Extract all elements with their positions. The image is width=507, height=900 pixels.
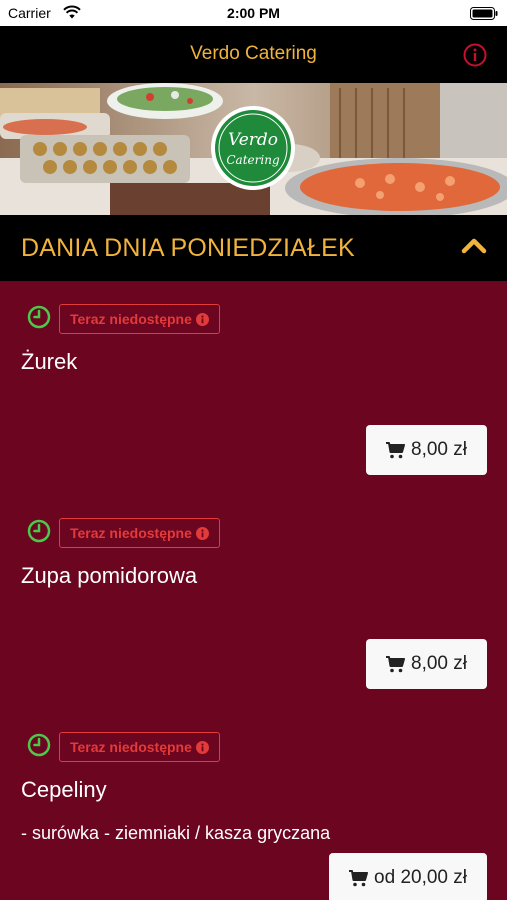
price-label: 8,00 zł — [411, 439, 467, 460]
logo-word-1: Verdo — [228, 130, 278, 150]
menu-items-list: Teraz niedostępne Żurek 8,00 zł Teraz ni… — [0, 281, 507, 900]
status-time: 2:00 PM — [227, 5, 280, 21]
item-name: Cepeliny — [21, 777, 107, 802]
clock-icon — [27, 733, 51, 757]
menu-item: Teraz niedostępne Żurek 8,00 zł — [0, 281, 507, 495]
price-label: od 20,00 zł — [374, 867, 467, 888]
badge-label: Teraz niedostępne — [70, 739, 192, 755]
cart-icon — [349, 869, 369, 886]
clock-icon — [27, 305, 51, 329]
add-to-cart-button[interactable]: 8,00 zł — [366, 639, 487, 689]
info-circle-icon[interactable] — [463, 43, 487, 67]
add-to-cart-button[interactable]: 8,00 zł — [366, 425, 487, 475]
item-name: Żurek — [21, 349, 78, 374]
banner-image: Verdo Catering — [0, 83, 507, 215]
info-icon — [195, 312, 209, 326]
menu-item: Teraz niedostępne Cepeliny - surówka - z… — [0, 709, 507, 900]
section-header[interactable]: DANIA DNIA PONIEDZIAŁEK — [0, 215, 507, 281]
battery-icon — [470, 7, 498, 20]
item-description: - surówka - ziemniaki / kasza gryczana — [21, 823, 331, 843]
clock-icon — [27, 519, 51, 543]
item-name: Zupa pomidorowa — [21, 563, 198, 588]
nav-title: Verdo Catering — [190, 43, 317, 64]
badge-label: Teraz niedostępne — [70, 525, 192, 541]
navbar: Verdo Catering — [0, 26, 507, 83]
price-label: 8,00 zł — [411, 653, 467, 674]
info-icon — [195, 526, 209, 540]
cart-icon — [386, 655, 406, 672]
menu-item: Teraz niedostępne Zupa pomidorowa 8,00 z… — [0, 495, 507, 709]
unavailable-badge: Teraz niedostępne — [59, 304, 220, 334]
unavailable-badge: Teraz niedostępne — [59, 518, 220, 548]
banner-food-photo: Verdo Catering — [0, 83, 507, 215]
add-to-cart-button[interactable]: od 20,00 zł — [329, 853, 487, 900]
badge-label: Teraz niedostępne — [70, 311, 192, 327]
chevron-up-icon[interactable] — [461, 235, 487, 255]
status-bar: Carrier 2:00 PM — [0, 0, 507, 26]
info-icon — [195, 740, 209, 754]
section-title: DANIA DNIA PONIEDZIAŁEK — [21, 234, 355, 262]
logo-word-2: Catering — [226, 153, 280, 167]
unavailable-badge: Teraz niedostępne — [59, 732, 220, 762]
cart-icon — [386, 441, 406, 458]
